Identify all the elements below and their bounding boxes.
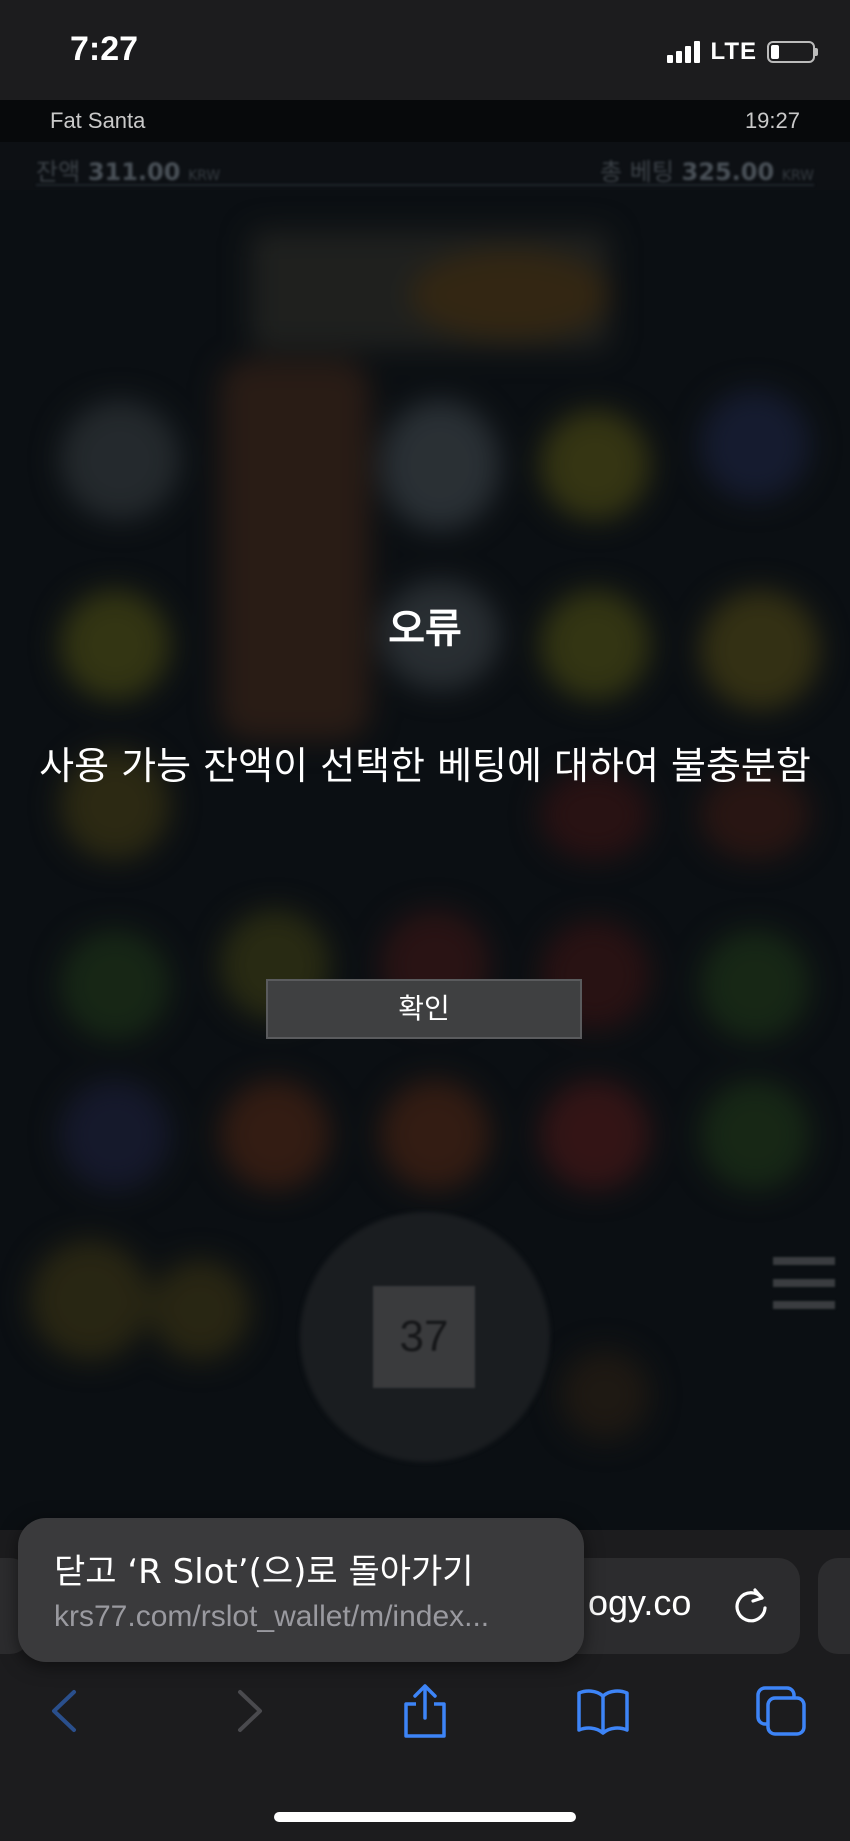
balance-row: 잔액 311.00 KRW 총 베팅 325.00 KRW [36,150,814,186]
confirm-button[interactable]: 확인 [266,979,582,1039]
address-domain: ogy.co [588,1582,692,1623]
status-indicators: LTE [667,38,818,66]
balance-label: 잔액 [36,158,81,186]
hamburger-menu-icon [773,1257,835,1323]
return-to-app-url: krs77.com/rslot_wallet/m/index... [54,1600,490,1633]
game-title: Fat Santa [50,108,146,133]
total-bet-currency: KRW [781,168,814,184]
game-clock: 19:27 [744,108,800,133]
tabs-icon[interactable] [754,1684,808,1738]
status-time: 7:27 [70,30,139,68]
error-dialog-title: 오류 [388,606,462,652]
total-bet-display: 총 베팅 325.00 KRW [600,152,814,187]
error-dialog-message: 사용 가능 잔액이 선택한 베팅에 대하여 불충분함 [39,744,811,788]
total-bet-label: 총 베팅 [600,158,674,186]
balance-display: 잔액 311.00 KRW [36,152,220,187]
battery-icon [767,41,818,63]
share-icon[interactable] [398,1684,452,1738]
reload-icon[interactable] [729,1584,773,1628]
home-indicator [274,1812,576,1822]
back-icon[interactable] [40,1684,94,1738]
return-to-app-banner[interactable]: 닫고 ‘R Slot’(으)로 돌아가기 krs77.com/rslot_wal… [18,1518,584,1662]
balance-value: 311.00 [87,158,181,186]
return-to-app-title: 닫고 ‘R Slot’(으)로 돌아가기 [54,1552,474,1592]
next-tab-preview[interactable] [818,1558,850,1654]
total-bet-value: 325.00 [681,158,775,186]
forward-icon[interactable] [220,1684,274,1738]
autospin-counter: 37 [373,1286,475,1388]
game-header: Fat Santa 19:27 [0,100,850,142]
network-type: LTE [710,38,757,65]
status-bar: 7:27 LTE [0,0,850,100]
balance-currency: KRW [188,168,221,184]
cellular-signal-icon [667,41,701,63]
bookmarks-icon[interactable] [576,1684,630,1738]
